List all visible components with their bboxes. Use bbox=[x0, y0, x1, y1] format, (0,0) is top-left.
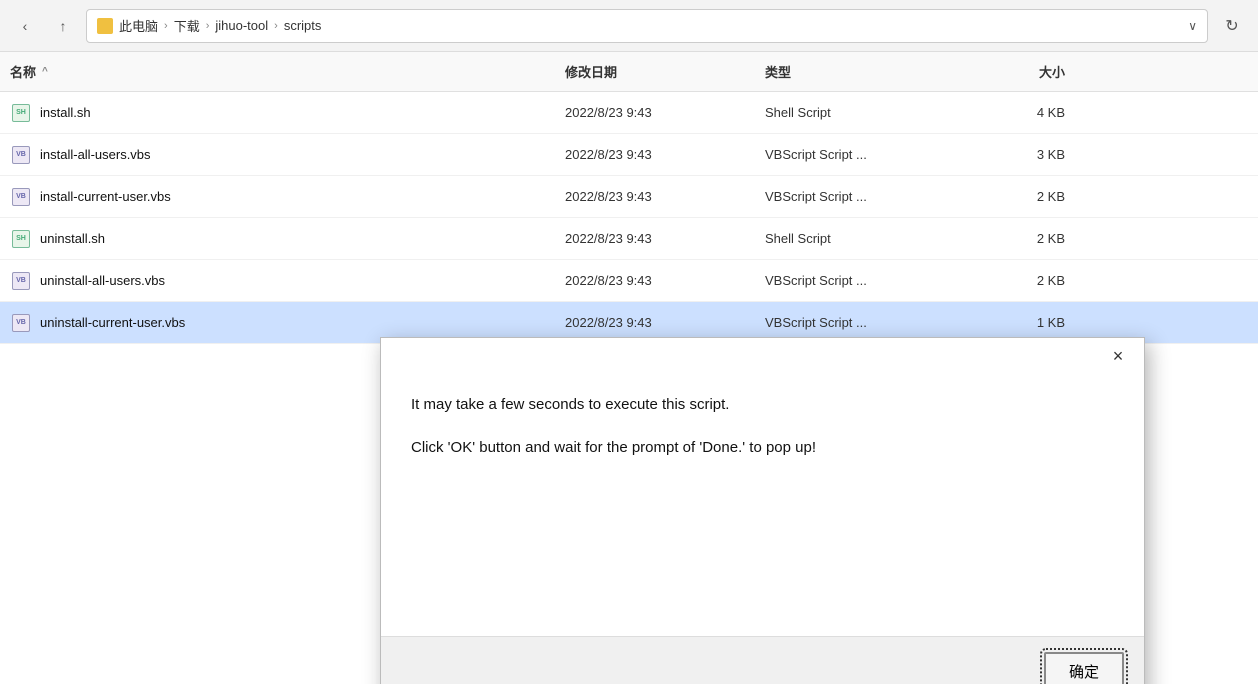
dialog-line2: Click 'OK' button and wait for the promp… bbox=[411, 437, 1114, 460]
breadcrumb-scripts: scripts bbox=[284, 18, 322, 33]
modal-footer: 确定 bbox=[381, 636, 1144, 684]
breadcrumb-sep-3: › bbox=[274, 20, 278, 32]
ok-button[interactable]: 确定 bbox=[1044, 652, 1124, 684]
breadcrumb-thispc-label: 此电脑 bbox=[119, 16, 158, 35]
refresh-button[interactable]: ↻ bbox=[1216, 10, 1248, 42]
modal-close-button[interactable]: × bbox=[1104, 342, 1132, 370]
modal-dialog: × It may take a few seconds to execute t… bbox=[380, 337, 1145, 684]
breadcrumb-downloads: 下载 bbox=[174, 16, 200, 35]
modal-overlay: × It may take a few seconds to execute t… bbox=[0, 52, 1258, 684]
dialog-line1: It may take a few seconds to execute thi… bbox=[411, 394, 1114, 417]
nav-back-button[interactable]: ‹ bbox=[10, 11, 40, 41]
breadcrumb-sep-2: › bbox=[206, 20, 210, 32]
breadcrumb-sep-1: › bbox=[164, 20, 168, 32]
breadcrumb-jihuo: jihuo-tool bbox=[215, 18, 268, 33]
folder-icon bbox=[97, 18, 113, 34]
breadcrumb-dropdown-icon[interactable]: ∨ bbox=[1188, 19, 1197, 33]
nav-up-button[interactable]: ↑ bbox=[48, 11, 78, 41]
address-bar: ‹ ↑ install.sh 此电脑 › 下载 › jihuo-tool › s… bbox=[0, 0, 1258, 52]
breadcrumb-bar[interactable]: install.sh 此电脑 › 下载 › jihuo-tool › scrip… bbox=[86, 9, 1208, 43]
modal-body: It may take a few seconds to execute thi… bbox=[381, 374, 1144, 636]
file-list-container: 名称 ^ 修改日期 类型 大小 SH install.sh 2022/8/23 … bbox=[0, 52, 1258, 684]
modal-title-bar: × bbox=[381, 338, 1144, 374]
